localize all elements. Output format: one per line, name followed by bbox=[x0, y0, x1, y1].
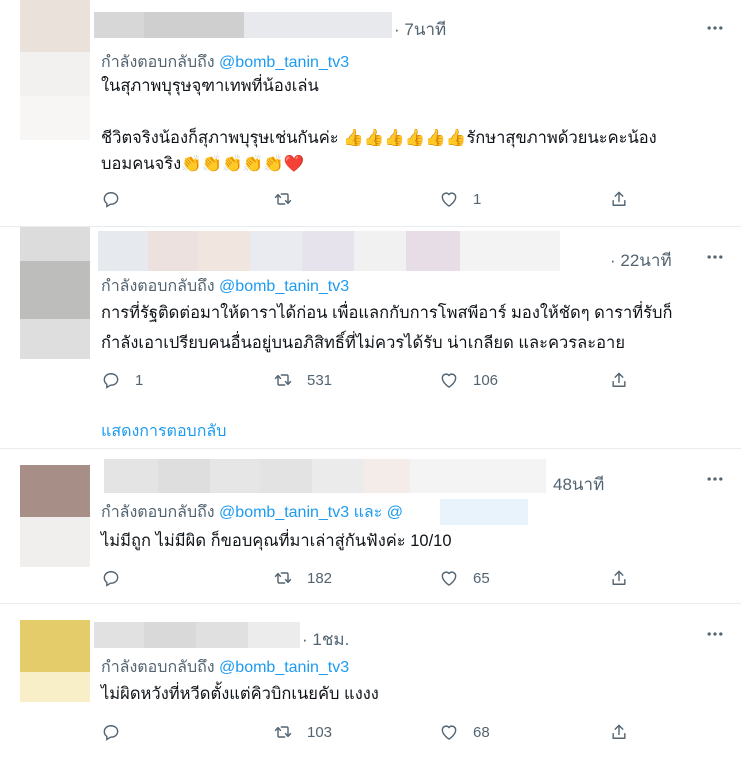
reply-button[interactable] bbox=[101, 720, 135, 744]
reply-button[interactable]: 1 bbox=[101, 368, 143, 392]
like-count: 106 bbox=[473, 371, 499, 389]
heart-icon bbox=[441, 725, 457, 740]
tweet-text: การที่รัฐติดต่อมาให้ดาราได้ก่อน เพื่อแลก… bbox=[101, 300, 721, 356]
retweet-icon bbox=[274, 193, 292, 205]
like-button[interactable]: 106 bbox=[439, 368, 498, 392]
share-icon bbox=[612, 191, 626, 206]
replying-to-label: กำลังตอบกลับถึง bbox=[101, 504, 215, 521]
display-name-blurred[interactable] bbox=[98, 231, 610, 271]
retweet-button[interactable]: 103 bbox=[273, 720, 332, 744]
display-name-blurred[interactable] bbox=[94, 12, 392, 38]
mention-link[interactable]: @bomb_tanin_tv3 bbox=[219, 278, 349, 295]
tweet-text: ในสุภาพบุรุษจุฑาเทพที่น้องเล่น ชีวิตจริง… bbox=[101, 73, 721, 177]
reply-icon bbox=[103, 571, 119, 587]
like-count: 1 bbox=[473, 190, 482, 208]
share-button[interactable] bbox=[609, 566, 629, 590]
tweet-text-line: ชีวิตจริงน้องก็สุภาพบุรุษเช่นกันค่ะ 👍👍👍👍… bbox=[101, 129, 657, 147]
tweet-text-line: ในสุภาพบุรุษจุฑาเทพที่น้องเล่น bbox=[101, 77, 319, 95]
heart-icon bbox=[441, 373, 457, 388]
share-icon bbox=[612, 724, 626, 739]
heart-icon bbox=[441, 192, 457, 207]
more-options-icon[interactable] bbox=[703, 622, 727, 646]
like-button[interactable]: 1 bbox=[439, 187, 481, 211]
retweet-button[interactable]: 182 bbox=[273, 566, 332, 590]
tweet-text-line: บอมคนจริง👏👏👏👏👏❤️ bbox=[101, 155, 305, 173]
retweet-button[interactable]: 531 bbox=[273, 368, 332, 392]
avatar[interactable] bbox=[20, 465, 90, 567]
action-bar: 182 65 bbox=[101, 566, 641, 590]
retweet-icon bbox=[274, 726, 292, 738]
more-options-icon[interactable] bbox=[703, 16, 727, 40]
timestamp[interactable]: · 1ชม. bbox=[302, 626, 349, 653]
replying-to-label: กำลังตอบกลับถึง bbox=[101, 659, 215, 676]
retweet-button[interactable] bbox=[273, 187, 307, 211]
share-button[interactable] bbox=[609, 368, 629, 392]
replying-to-label: กำลังตอบกลับถึง bbox=[101, 278, 215, 295]
and-label: และ bbox=[353, 504, 383, 521]
replying-to-label: กำลังตอบกลับถึง bbox=[101, 54, 215, 71]
reply-tweet-3[interactable]: 48นาที กำลังตอบกลับถึง @bomb_tanin_tv3 แ… bbox=[0, 449, 741, 604]
tweet-text: ไม่มีถูก ไม่มีผิด ก็ขอบคุณที่มาเล่าสู่กั… bbox=[101, 528, 721, 554]
share-button[interactable] bbox=[609, 720, 629, 744]
reply-icon bbox=[103, 192, 119, 208]
retweet-icon bbox=[274, 572, 292, 584]
replying-to: กำลังตอบกลับถึง @bomb_tanin_tv3 และ @ bbox=[101, 500, 403, 525]
reply-count: 1 bbox=[135, 371, 144, 389]
tweet-text-line: ไม่ผิดหวังที่หวีดตั้งแต่คิวบิกเนยคับ แงง… bbox=[101, 685, 379, 703]
reply-tweet-4[interactable]: · 1ชม. กำลังตอบกลับถึง @bomb_tanin_tv3 ไ… bbox=[0, 604, 741, 759]
reply-icon bbox=[103, 373, 119, 389]
display-name-blurred[interactable] bbox=[104, 459, 546, 493]
replying-to: กำลังตอบกลับถึง @bomb_tanin_tv3 bbox=[101, 50, 349, 75]
show-replies-link[interactable]: แสดงการตอบกลับ bbox=[101, 419, 226, 444]
heart-icon bbox=[441, 571, 457, 586]
avatar[interactable] bbox=[20, 227, 90, 359]
reply-icon bbox=[103, 725, 119, 741]
tweet-text-line: ไม่มีถูก ไม่มีผิด ก็ขอบคุณที่มาเล่าสู่กั… bbox=[101, 532, 452, 550]
like-count: 65 bbox=[473, 569, 490, 587]
tweet-text-line bbox=[101, 99, 721, 125]
reply-button[interactable] bbox=[101, 566, 135, 590]
replying-to: กำลังตอบกลับถึง @bomb_tanin_tv3 bbox=[101, 274, 349, 299]
like-button[interactable]: 68 bbox=[439, 720, 490, 744]
display-name-blurred[interactable] bbox=[94, 622, 300, 648]
more-options-icon[interactable] bbox=[703, 467, 727, 491]
mention-link[interactable]: @bomb_tanin_tv3 bbox=[219, 504, 349, 521]
second-mention-blurred[interactable] bbox=[440, 499, 528, 525]
tweet-text-line: กำลังเอาเปรียบคนอื่นอยู่บนอภิสิทธิ์ที่ไม… bbox=[101, 334, 625, 352]
replying-to: กำลังตอบกลับถึง @bomb_tanin_tv3 bbox=[101, 655, 349, 680]
reply-button[interactable] bbox=[101, 187, 135, 211]
retweet-count: 531 bbox=[307, 371, 333, 389]
reply-tweet-2[interactable]: · 22นาที กำลังตอบกลับถึง @bomb_tanin_tv3… bbox=[0, 227, 741, 449]
tweet-text-line: การที่รัฐติดต่อมาให้ดาราได้ก่อน เพื่อแลก… bbox=[101, 304, 673, 322]
share-button[interactable] bbox=[609, 187, 629, 211]
reply-tweet-1[interactable]: · 7นาที กำลังตอบกลับถึง @bomb_tanin_tv3 … bbox=[0, 0, 741, 227]
like-button[interactable]: 65 bbox=[439, 566, 490, 590]
share-icon bbox=[612, 372, 626, 387]
avatar[interactable] bbox=[20, 620, 90, 702]
avatar[interactable] bbox=[20, 0, 90, 140]
more-options-icon[interactable] bbox=[703, 245, 727, 269]
timestamp[interactable]: 48นาที bbox=[553, 471, 604, 498]
tweet-text: ไม่ผิดหวังที่หวีดตั้งแต่คิวบิกเนยคับ แงง… bbox=[101, 681, 721, 707]
mention-link[interactable]: @bomb_tanin_tv3 bbox=[219, 659, 349, 676]
retweet-icon bbox=[274, 374, 292, 386]
retweet-count: 103 bbox=[307, 723, 333, 741]
mention-link[interactable]: @bomb_tanin_tv3 bbox=[219, 54, 349, 71]
retweet-count: 182 bbox=[307, 569, 333, 587]
action-bar: 1 531 106 bbox=[101, 368, 641, 392]
timestamp[interactable]: · 22นาที bbox=[610, 247, 672, 274]
timestamp[interactable]: · 7นาที bbox=[394, 16, 446, 43]
share-icon bbox=[612, 570, 626, 585]
action-bar: 103 68 bbox=[101, 720, 641, 744]
action-bar: 1 bbox=[101, 187, 641, 211]
like-count: 68 bbox=[473, 723, 490, 741]
second-mention-link[interactable]: @ bbox=[387, 504, 403, 521]
